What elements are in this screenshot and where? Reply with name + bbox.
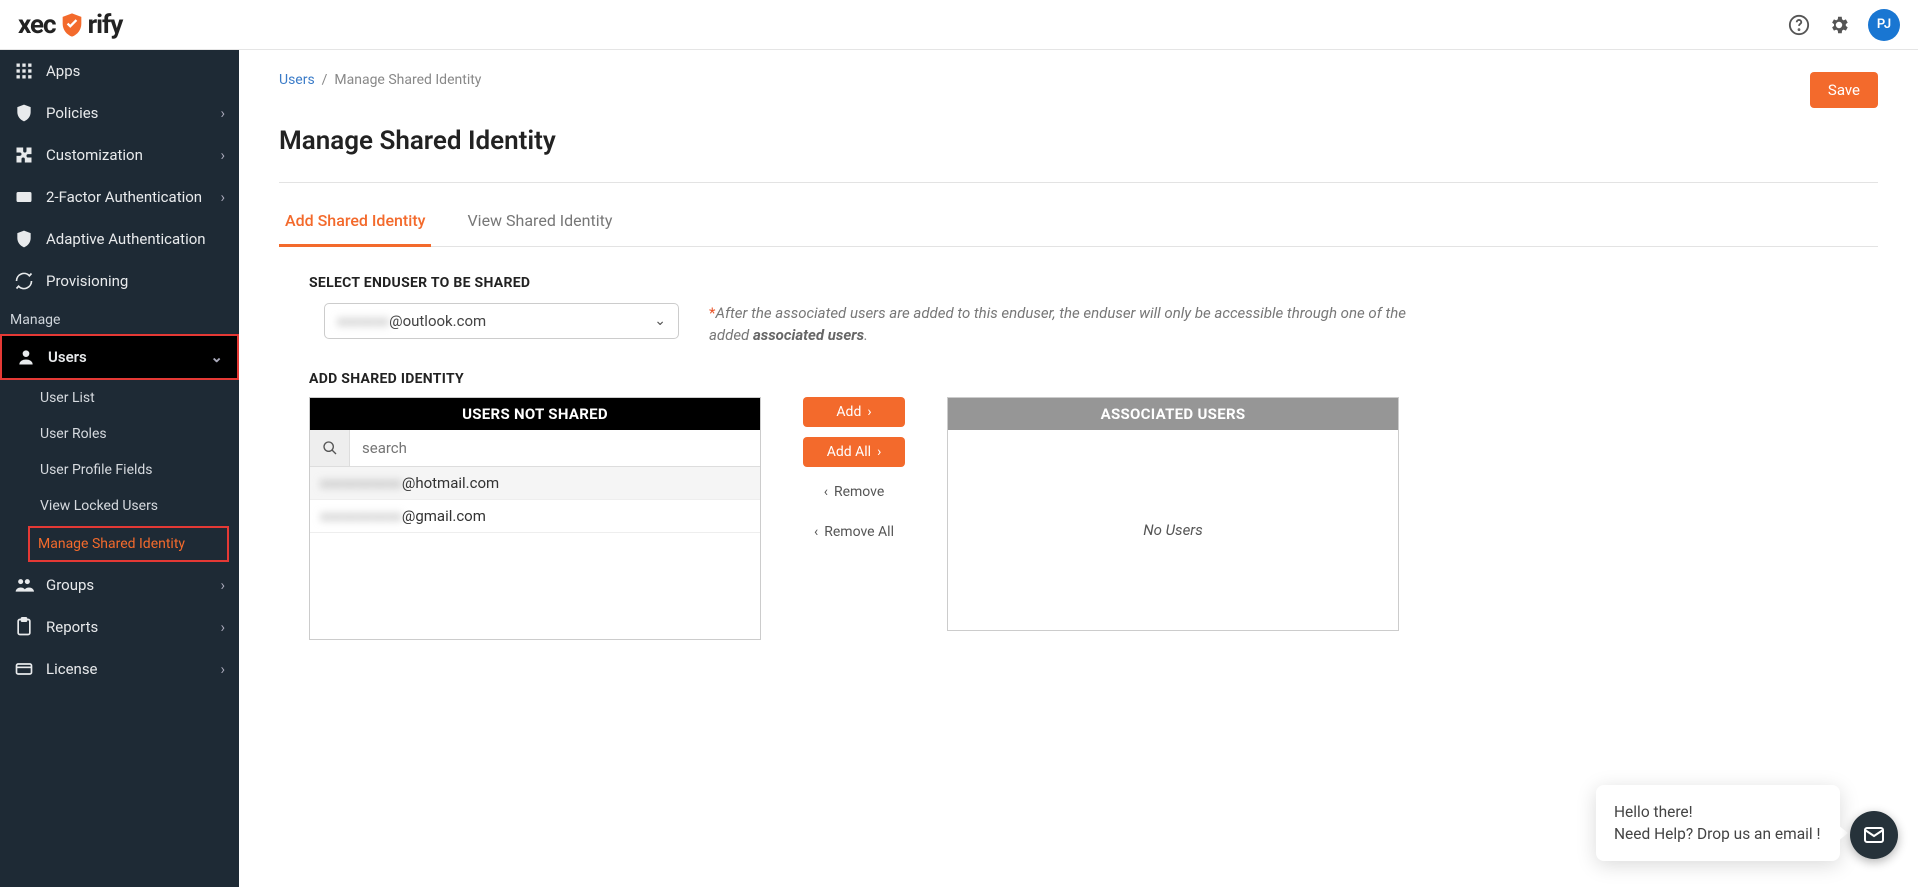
sidebar-sub-view-locked-users[interactable]: View Locked Users (0, 488, 239, 524)
sidebar-item-label: Apps (46, 62, 80, 80)
sidebar-item-reports[interactable]: Reports › (0, 606, 239, 648)
sidebar-item-license[interactable]: License › (0, 648, 239, 690)
puzzle-icon (14, 145, 34, 165)
keypad-icon (14, 187, 34, 207)
add-button[interactable]: Add › (803, 397, 905, 427)
users-not-shared-box: USERS NOT SHARED xxxxxxxxxxx@hotmail.com… (309, 397, 761, 640)
sidebar-item-apps[interactable]: Apps (0, 50, 239, 92)
sidebar-item-policies[interactable]: Policies › (0, 92, 239, 134)
sidebar-item-label: 2-Factor Authentication (46, 188, 202, 206)
chevron-down-icon: ⌄ (654, 313, 666, 329)
main-content: Users / Manage Shared Identity Save Mana… (239, 50, 1918, 887)
chat-button[interactable] (1850, 811, 1898, 859)
sidebar-sub-user-list[interactable]: User List (0, 380, 239, 416)
sidebar-item-2fa[interactable]: 2-Factor Authentication › (0, 176, 239, 218)
add-all-button[interactable]: Add All › (803, 437, 905, 467)
chevron-right-icon: › (220, 576, 225, 594)
transfer-panel: USERS NOT SHARED xxxxxxxxxxx@hotmail.com… (309, 397, 1878, 640)
associated-users-header: ASSOCIATED USERS (948, 398, 1398, 430)
sidebar-item-label: License (46, 660, 98, 678)
shield-icon (14, 103, 34, 123)
users-not-shared-header: USERS NOT SHARED (310, 398, 760, 430)
tab-add-shared-identity[interactable]: Add Shared Identity (279, 201, 431, 247)
shield-check-icon (14, 229, 34, 249)
users-not-shared-list: xxxxxxxxxxx@hotmail.comxxxxxxxxxxx@gmail… (310, 467, 760, 639)
sidebar-item-label: Groups (46, 576, 94, 594)
breadcrumb-users-link[interactable]: Users (279, 72, 315, 88)
sidebar-item-label: Reports (46, 618, 98, 636)
chevron-right-icon: › (220, 618, 225, 636)
logo-text-b: rify (88, 10, 123, 40)
chevron-right-icon: › (220, 146, 225, 164)
page-title: Manage Shared Identity (279, 126, 1878, 156)
associated-users-empty: No Users (948, 430, 1398, 630)
chevron-right-icon: › (877, 444, 881, 460)
chevron-left-icon: ‹ (814, 524, 818, 540)
associated-users-box: ASSOCIATED USERS No Users (947, 397, 1399, 631)
search-row (310, 430, 760, 467)
apps-icon (14, 61, 34, 81)
chevron-right-icon: › (220, 104, 225, 122)
list-item[interactable]: xxxxxxxxxxx@gmail.com (310, 500, 760, 533)
tab-view-shared-identity[interactable]: View Shared Identity (461, 201, 618, 246)
chat-line2: Need Help? Drop us an email ! (1614, 825, 1822, 843)
chevron-left-icon: ‹ (824, 484, 828, 500)
shield-check-icon (58, 11, 86, 39)
avatar[interactable]: PJ (1868, 9, 1900, 41)
sidebar-item-label: Users (48, 348, 87, 366)
sidebar-item-label: Policies (46, 104, 98, 122)
remove-button[interactable]: ‹ Remove (803, 477, 905, 507)
sidebar: Apps Policies › Customization › 2-Factor… (0, 50, 239, 887)
divider (279, 182, 1878, 183)
sidebar-item-groups[interactable]: Groups › (0, 564, 239, 606)
sidebar-item-provisioning[interactable]: Provisioning (0, 260, 239, 302)
enduser-dropdown[interactable]: xxxxxxx@outlook.com ⌄ (324, 303, 679, 339)
chevron-down-icon: ⌄ (210, 348, 223, 366)
save-button[interactable]: Save (1810, 72, 1878, 108)
enduser-note: *After the associated users are added to… (709, 303, 1439, 347)
header: xec rify PJ (0, 0, 1918, 50)
sidebar-item-label: Customization (46, 146, 143, 164)
sidebar-item-users[interactable]: Users ⌄ (0, 334, 239, 380)
list-item[interactable]: xxxxxxxxxxx@hotmail.com (310, 467, 760, 500)
help-icon[interactable] (1788, 14, 1810, 36)
sidebar-item-label: Provisioning (46, 272, 128, 290)
select-enduser-header: SELECT ENDUSER TO BE SHARED (309, 275, 1878, 291)
chevron-right-icon: › (220, 188, 225, 206)
user-icon (16, 347, 36, 367)
remove-all-button[interactable]: ‹ Remove All (803, 517, 905, 547)
logo-text-a: xec (18, 10, 56, 40)
breadcrumb-current: Manage Shared Identity (334, 72, 481, 88)
clipboard-icon (14, 617, 34, 637)
chevron-right-icon: › (867, 404, 871, 420)
tabs: Add Shared Identity View Shared Identity (279, 201, 1878, 247)
sidebar-sub-manage-shared-identity[interactable]: Manage Shared Identity (28, 526, 229, 562)
chat-line1: Hello there! (1614, 803, 1822, 821)
sidebar-item-adaptive[interactable]: Adaptive Authentication (0, 218, 239, 260)
sidebar-sub-user-profile-fields[interactable]: User Profile Fields (0, 452, 239, 488)
logo[interactable]: xec rify (18, 10, 122, 40)
chat-popup: Hello there! Need Help? Drop us an email… (1596, 785, 1840, 861)
gear-icon[interactable] (1828, 14, 1850, 36)
sidebar-item-label: Adaptive Authentication (46, 230, 206, 248)
chevron-right-icon: › (220, 660, 225, 678)
section-label-manage: Manage (0, 302, 239, 334)
groups-icon (14, 575, 34, 595)
card-icon (14, 659, 34, 679)
sync-icon (14, 271, 34, 291)
search-icon (310, 430, 350, 466)
header-right: PJ (1788, 9, 1900, 41)
transfer-buttons: Add › Add All › ‹ Remove ‹ Remove All (803, 397, 905, 547)
search-input[interactable] (350, 430, 760, 466)
breadcrumb: Users / Manage Shared Identity (279, 72, 481, 88)
add-shared-identity-header: ADD SHARED IDENTITY (309, 371, 1878, 387)
sidebar-item-customization[interactable]: Customization › (0, 134, 239, 176)
sidebar-sub-user-roles[interactable]: User Roles (0, 416, 239, 452)
